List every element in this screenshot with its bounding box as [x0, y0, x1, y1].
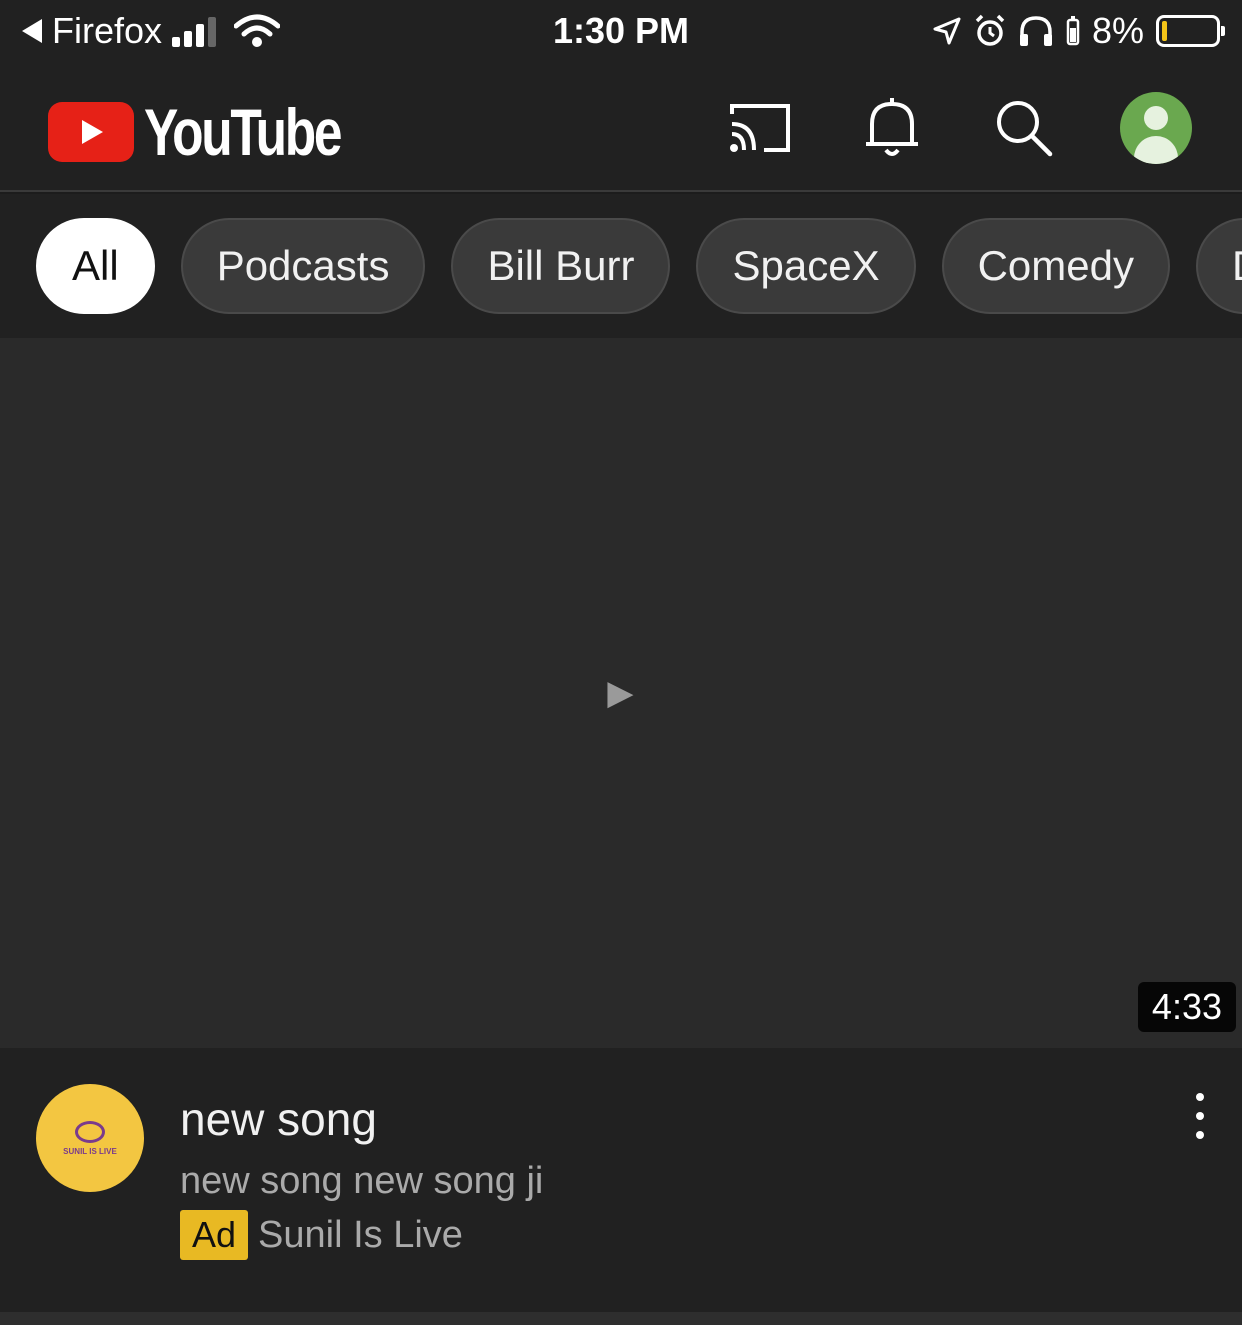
chip-4[interactable]: Comedy	[941, 218, 1170, 314]
header-actions	[668, 88, 1196, 168]
ad-row: Ad Sunil Is Live	[180, 1210, 463, 1260]
video-meta: SUNIL IS LIVE new song new song new song…	[0, 1048, 1242, 1312]
advertiser-name[interactable]: Sunil Is Live	[258, 1214, 463, 1257]
cast-button[interactable]	[720, 88, 800, 168]
notifications-button[interactable]	[852, 88, 932, 168]
search-button[interactable]	[984, 88, 1064, 168]
monkey-logo-icon	[75, 1120, 105, 1143]
search-icon	[997, 101, 1053, 157]
next-item-edge	[0, 1312, 1242, 1325]
status-right: 8%	[932, 10, 1225, 52]
youtube-play-icon	[48, 102, 134, 162]
battery-level	[1162, 21, 1167, 41]
headphone-battery-icon	[1066, 16, 1080, 46]
youtube-logo[interactable]: YouTube	[48, 94, 396, 170]
chip-5[interactable]: D	[1196, 218, 1242, 314]
channel-avatar-text: SUNIL IS LIVE	[63, 1146, 117, 1156]
battery-percent: 8%	[1091, 10, 1144, 51]
location-icon	[933, 17, 961, 45]
headphones-icon	[1019, 16, 1052, 46]
account-button[interactable]	[1116, 88, 1196, 168]
logo-wordmark: YouTube	[144, 95, 343, 169]
thumbnail-placeholder: ▶	[607, 674, 635, 712]
more-dot-icon	[1196, 1111, 1204, 1120]
chip-3[interactable]: SpaceX	[696, 218, 916, 314]
battery-icon	[1156, 15, 1225, 47]
more-dot-icon	[1196, 1130, 1204, 1139]
video-description: new song new song ji	[180, 1160, 544, 1202]
ad-badge: Ad	[180, 1210, 249, 1260]
video-title[interactable]: new song	[180, 1092, 377, 1146]
category-chips-bar: All Podcasts Bill Burr SpaceX Comedy D	[0, 194, 1242, 338]
account-icon	[1120, 92, 1192, 164]
chip-1[interactable]: Podcasts	[180, 218, 426, 314]
video-duration: 4:33	[1137, 982, 1236, 1032]
category-chips: All Podcasts Bill Burr SpaceX Comedy D	[36, 218, 1242, 314]
more-dot-icon	[1196, 1093, 1204, 1102]
channel-avatar[interactable]: SUNIL IS LIVE	[36, 1084, 144, 1192]
app-header: YouTube	[0, 64, 1242, 192]
chip-0[interactable]: All	[36, 218, 155, 314]
alarm-icon	[975, 14, 1005, 46]
more-options-button[interactable]	[1180, 1088, 1220, 1144]
bell-icon	[866, 98, 918, 156]
chip-2[interactable]: Bill Burr	[451, 218, 671, 314]
status-bar: Firefox 1:30 PM 8%	[0, 0, 1242, 64]
video-thumbnail[interactable]: ▶ 4:33	[0, 338, 1242, 1048]
cast-icon	[730, 104, 790, 152]
